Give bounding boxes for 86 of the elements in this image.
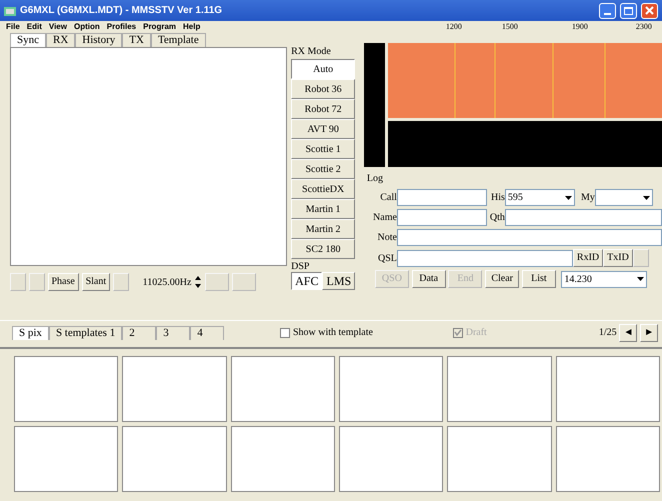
dropdown-arrow-icon[interactable] [642,196,650,200]
menu-item[interactable]: Edit [26,21,42,32]
menu-item[interactable]: Help [183,21,200,32]
field-label: Name [372,211,397,225]
frequency-tick: 2300 [636,21,652,33]
input-field[interactable] [396,189,487,206]
section-label: RX Mode [291,45,332,59]
dropdown-field[interactable] [594,189,653,206]
mode-button[interactable]: Martin 1 [291,199,356,219]
section-label: DSP [291,262,310,272]
checkbox[interactable] [280,328,290,338]
field-label: QSL [377,252,397,266]
input-field[interactable] [504,209,662,226]
toolbar-button[interactable]: Slant [82,273,110,291]
id-button[interactable]: RxID [572,249,604,267]
frequency-tick: 1200 [446,21,462,33]
dropdown-field[interactable]: 595 [504,189,575,206]
log-button[interactable]: List [522,270,556,288]
dropdown-arrow-icon[interactable] [564,196,572,200]
log-button[interactable]: Data [412,270,446,288]
thumbnail-slot[interactable] [339,426,444,492]
thumbnail-slot[interactable] [14,426,118,492]
field-label: My [580,191,595,205]
dropdown-arrow-icon[interactable] [637,277,644,281]
input-field[interactable] [396,229,662,246]
frequency-tick: 1900 [572,21,588,33]
mode-button[interactable]: AVT 90 [291,119,356,139]
mode-button[interactable]: Auto [291,59,356,79]
thumbnail-slot[interactable] [122,426,227,492]
tab[interactable]: Sync [10,33,46,47]
input-field[interactable] [396,209,487,226]
thumbnail-slot[interactable] [122,356,227,422]
frequency-dropdown[interactable]: 14.230 [561,270,648,288]
id-button[interactable]: TxID [603,249,633,267]
tab[interactable]: Template [150,33,206,47]
minimize-icon[interactable] [599,2,616,18]
mode-button[interactable]: SC2 180 [291,239,356,259]
field-label: Call [379,191,397,205]
dsp-button[interactable]: AFC [291,272,322,290]
tab[interactable]: 3 [156,326,190,340]
toolbar-button[interactable]: Phase [48,273,79,291]
tab[interactable]: 4 [190,326,224,340]
close-icon[interactable] [641,2,658,18]
field-label: Qth [488,211,505,225]
menu-item[interactable]: Option [74,21,100,32]
tab[interactable]: S templates 1 [48,326,122,340]
mode-button[interactable]: Robot 36 [291,79,356,99]
mode-button[interactable]: Martin 2 [291,219,356,239]
tab[interactable]: S pix [12,326,49,340]
thumbnail-slot[interactable] [339,356,444,422]
app-icon [4,4,16,16]
spin-control[interactable] [194,274,202,290]
field-label: Note [376,231,397,245]
checkbox-label: Show with template [292,326,373,340]
checkbox-label: Draft [466,326,487,340]
mode-button[interactable]: Scottie 1 [291,139,356,159]
input-field[interactable] [396,250,573,266]
menu-item[interactable]: View [48,21,67,32]
field-label: His [490,191,505,205]
window-title: G6MXL (G6MXL.MDT) - MMSSTV Ver 1.11G [20,4,224,18]
thumbnail-slot[interactable] [14,356,118,422]
mode-button[interactable]: Scottie 2 [291,159,356,179]
log-button[interactable]: Clear [485,270,520,288]
previous-page-button[interactable]: ◄ [619,324,638,342]
tab[interactable]: TX [122,33,151,47]
tab[interactable]: History [75,33,122,47]
dsp-button[interactable]: LMS [322,272,356,290]
menu-item[interactable]: Profiles [106,21,136,32]
menu-item[interactable]: Program [143,21,176,32]
thumbnail-slot[interactable] [556,356,660,422]
thumbnail-slot[interactable] [447,356,552,422]
thumbnail-slot[interactable] [230,426,335,492]
thumbnail-slot[interactable] [230,356,335,422]
page-counter: 1/25 [598,326,617,340]
mode-button[interactable]: Robot 72 [291,99,356,119]
sample-rate-value: 11025.00Hz [142,276,192,290]
thumbnail-slot[interactable] [447,426,552,492]
frequency-tick: 1500 [502,21,518,33]
section-label: Log [366,172,384,186]
mode-button[interactable]: ScottieDX [291,179,356,199]
thumbnail-slot[interactable] [556,426,660,492]
next-page-button[interactable]: ► [640,324,658,342]
tab[interactable]: 2 [122,326,156,340]
maximize-icon[interactable] [620,2,637,18]
tab[interactable]: RX [46,33,76,47]
menu-item[interactable]: File [6,21,20,32]
